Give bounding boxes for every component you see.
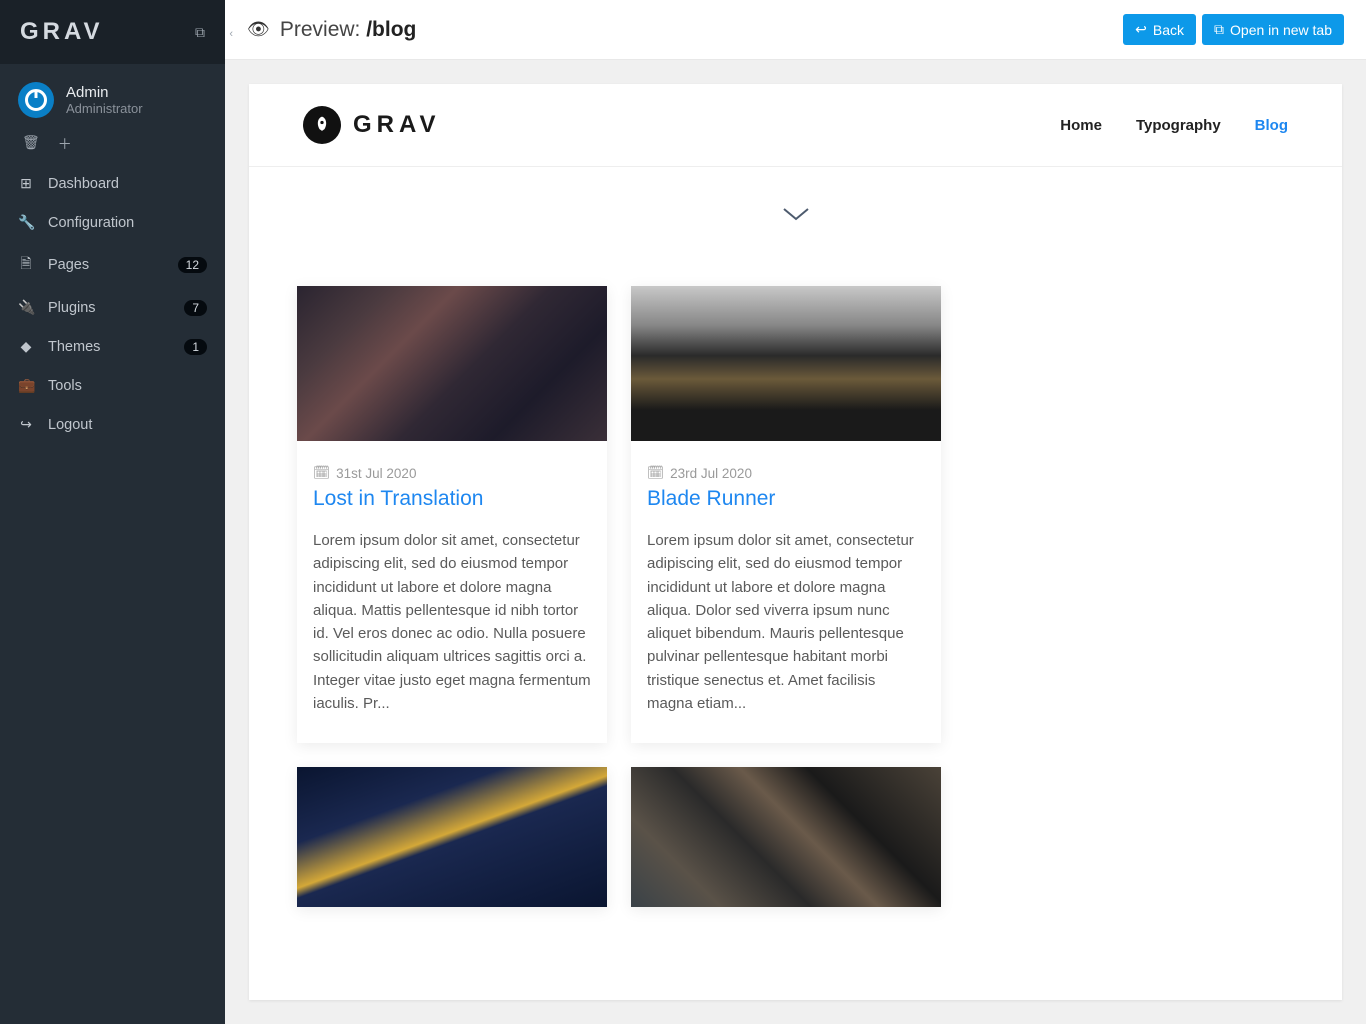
card-image [297,767,607,907]
main-content: 👁 Preview: /blog ↩ Back ⧉ Open in new ta… [225,0,1366,1024]
card-date: 🗓 23rd Jul 2020 [647,465,925,481]
dashboard-icon: ⊞ [18,175,34,192]
collapse-sidebar-icon[interactable]: ‹ [229,28,233,40]
site-brand-text: GRAV [353,111,441,139]
add-icon[interactable]: ＋ [58,134,72,154]
quick-actions: 🗑 ＋ [0,130,225,164]
trash-icon[interactable]: 🗑 [22,134,40,154]
card-excerpt: Lorem ipsum dolor sit amet, consectetur … [313,529,591,715]
open-new-tab-label: Open in new tab [1230,22,1332,38]
reply-icon: ↩ [1135,21,1147,38]
blog-card[interactable]: 🗓 31st Jul 2020 Lost in Translation Lore… [297,286,607,743]
sidebar-item-label: Logout [48,417,207,433]
plug-icon: 🔌 [18,299,34,316]
sidebar-header: GRAV ⧉ ‹ [0,0,225,64]
topbar-actions: ↩ Back ⧉ Open in new tab [1123,14,1344,45]
sidebar-item-label: Themes [48,339,170,355]
badge-themes-count: 1 [184,339,207,355]
sidebar-item-label: Tools [48,378,207,394]
page-icon: 🗎 [18,253,34,277]
blog-card[interactable] [631,767,941,907]
back-button[interactable]: ↩ Back [1123,14,1196,45]
nav-blog[interactable]: Blog [1255,117,1288,134]
external-link-icon[interactable]: ⧉ [195,24,205,41]
brand-logo[interactable]: GRAV [20,18,104,46]
site-logo[interactable]: GRAV [303,106,441,144]
user-name: Admin [66,84,143,101]
site-header: GRAV Home Typography Blog [249,84,1342,167]
back-button-label: Back [1153,22,1184,38]
user-block[interactable]: Admin Administrator [0,64,225,130]
card-image [631,767,941,907]
badge-pages-count: 12 [178,257,207,273]
sidebar-item-logout[interactable]: ↪ Logout [0,405,225,444]
preview-area: GRAV Home Typography Blog [225,60,1366,1024]
card-excerpt: Lorem ipsum dolor sit amet, consectetur … [647,529,925,715]
calendar-icon: 🗓 [313,465,330,481]
sidebar-item-label: Plugins [48,300,170,316]
blog-card[interactable]: 🗓 23rd Jul 2020 Blade Runner Lorem ipsum… [631,286,941,743]
wrench-icon: 🔧 [18,214,34,231]
admin-sidebar: GRAV ⧉ ‹ Admin Administrator 🗑 ＋ ⊞ Dashb… [0,0,225,1024]
nav-home[interactable]: Home [1060,117,1102,134]
card-title[interactable]: Blade Runner [647,487,925,511]
sidebar-item-configuration[interactable]: 🔧 Configuration [0,203,225,242]
card-date: 🗓 31st Jul 2020 [313,465,591,481]
calendar-icon: 🗓 [647,465,664,481]
sidebar-item-tools[interactable]: 💼 Tools [0,366,225,405]
sidebar-item-label: Configuration [48,215,207,231]
avatar [18,82,54,118]
sidebar-item-pages[interactable]: 🗎 Pages 12 [0,242,225,288]
blog-card[interactable] [297,767,607,907]
card-image [297,286,607,441]
chevron-down-icon [782,207,810,221]
topbar: 👁 Preview: /blog ↩ Back ⧉ Open in new ta… [225,0,1366,60]
blog-grid: 🗓 31st Jul 2020 Lost in Translation Lore… [249,286,1342,947]
briefcase-icon: 💼 [18,377,34,394]
sidebar-item-label: Dashboard [48,176,207,192]
preview-label: Preview: [280,18,366,41]
user-role: Administrator [66,101,143,116]
preview-path: /blog [366,18,416,41]
sidebar-item-label: Pages [48,257,164,273]
card-title[interactable]: Lost in Translation [313,487,591,511]
sidebar-item-themes[interactable]: ◆ Themes 1 [0,327,225,366]
preview-frame: GRAV Home Typography Blog [249,84,1342,1000]
badge-plugins-count: 7 [184,300,207,316]
eye-icon: 👁 [247,19,270,40]
external-icon: ⧉ [1214,21,1224,38]
logout-icon: ↪ [18,416,34,433]
sidebar-nav: ⊞ Dashboard 🔧 Configuration 🗎 Pages 12 🔌… [0,164,225,444]
sidebar-item-dashboard[interactable]: ⊞ Dashboard [0,164,225,203]
nav-typography[interactable]: Typography [1136,117,1221,134]
card-image [631,286,941,441]
theme-icon: ◆ [18,338,34,355]
rocket-icon [303,106,341,144]
site-nav: Home Typography Blog [1060,117,1288,134]
scroll-indicator[interactable] [249,167,1342,286]
page-title: 👁 Preview: /blog [247,18,416,42]
sidebar-item-plugins[interactable]: 🔌 Plugins 7 [0,288,225,327]
open-new-tab-button[interactable]: ⧉ Open in new tab [1202,14,1344,45]
